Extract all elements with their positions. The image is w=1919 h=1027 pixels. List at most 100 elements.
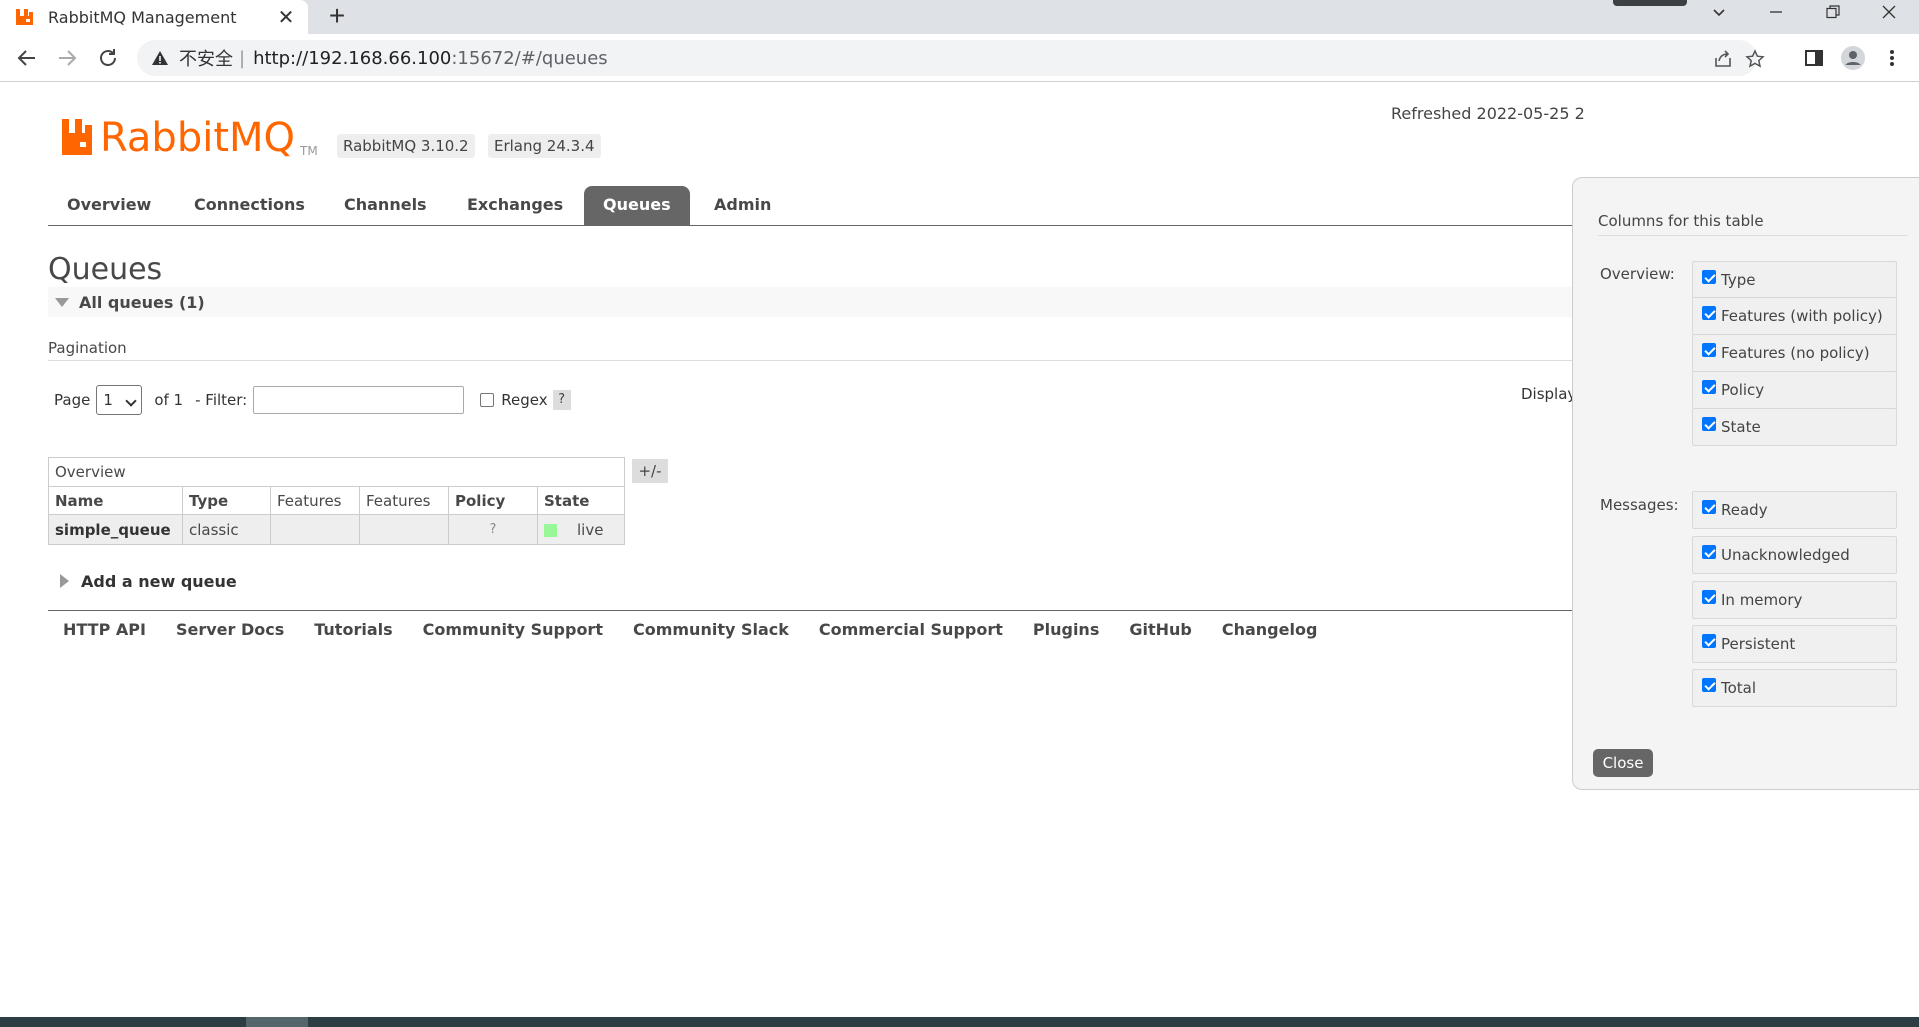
- pager-row: Page 1 of 1 - Filter: Regex ?: [54, 384, 571, 416]
- warning-icon: [152, 51, 168, 65]
- rabbitmq-favicon-icon: [14, 6, 36, 28]
- footer: HTTP API Server Docs Tutorials Community…: [63, 620, 1317, 639]
- display-label: Display: [1521, 385, 1577, 403]
- footer-link-http-api[interactable]: HTTP API: [63, 620, 146, 639]
- page-select[interactable]: 1: [96, 385, 143, 415]
- minimize-icon[interactable]: [1753, 0, 1799, 24]
- add-queue-section-toggle[interactable]: Add a new queue: [48, 569, 237, 593]
- columns-toggle-button[interactable]: +/-: [632, 459, 668, 483]
- footer-link-community-support[interactable]: Community Support: [423, 620, 603, 639]
- column-checkbox[interactable]: [1702, 343, 1716, 357]
- page-label: Page: [54, 391, 91, 409]
- column-option-unacknowledged[interactable]: Unacknowledged: [1692, 536, 1897, 574]
- all-queues-section-toggle[interactable]: All queues (1): [48, 287, 1608, 317]
- column-option-type[interactable]: Type: [1692, 261, 1897, 299]
- browser-menu-icon[interactable]: [1880, 46, 1904, 70]
- main-nav: Overview Connections Channels Exchanges …: [48, 186, 1608, 226]
- queue-name-link[interactable]: simple_queue: [48, 514, 183, 545]
- queue-state: live: [537, 514, 625, 545]
- queue-features-no-policy: [359, 514, 449, 545]
- column-option-features-with-policy[interactable]: Features (with policy): [1692, 297, 1897, 335]
- column-checkbox[interactable]: [1702, 306, 1716, 320]
- filter-input[interactable]: [253, 386, 465, 414]
- column-checkbox[interactable]: [1702, 545, 1716, 559]
- tab-close-icon[interactable]: ✕: [276, 7, 296, 27]
- back-arrow-icon[interactable]: [11, 42, 43, 74]
- address-bar: 不安全 | http://192.168.66.100 :15672/#/que…: [0, 34, 1919, 82]
- footer-link-github[interactable]: GitHub: [1129, 620, 1192, 639]
- footer-divider: [48, 610, 1608, 611]
- window-close-icon[interactable]: [1866, 0, 1912, 24]
- url-separator: |: [239, 47, 246, 69]
- column-checkbox[interactable]: [1702, 380, 1716, 394]
- security-label[interactable]: 不安全: [179, 45, 233, 71]
- browser-tab-bar: RabbitMQ Management ✕ +: [0, 0, 1919, 34]
- footer-link-plugins[interactable]: Plugins: [1033, 620, 1099, 639]
- table-group-header: Overview: [48, 457, 625, 487]
- tab-connections[interactable]: Connections: [175, 186, 324, 226]
- column-option-label: State: [1721, 418, 1761, 436]
- browser-tab[interactable]: RabbitMQ Management ✕: [0, 0, 308, 34]
- tab-queues[interactable]: Queues: [584, 186, 690, 226]
- col-header-state[interactable]: State: [537, 486, 625, 515]
- column-checkbox[interactable]: [1702, 270, 1716, 284]
- table-row[interactable]: simple_queue classic ? live: [48, 514, 625, 545]
- logo-text: RabbitMQ: [100, 115, 295, 159]
- column-option-label: Features (with policy): [1721, 307, 1883, 325]
- column-checkbox[interactable]: [1702, 417, 1716, 431]
- column-option-ready[interactable]: Ready: [1692, 491, 1897, 529]
- restore-icon[interactable]: [1810, 0, 1856, 24]
- queues-table: Overview Name Type Features Features Pol…: [48, 457, 625, 545]
- url-bar[interactable]: 不安全 | http://192.168.66.100 :15672/#/que…: [137, 40, 1765, 76]
- footer-link-tutorials[interactable]: Tutorials: [314, 620, 392, 639]
- tab-admin[interactable]: Admin: [695, 186, 790, 226]
- column-checkbox[interactable]: [1702, 678, 1716, 692]
- column-checkbox[interactable]: [1702, 590, 1716, 604]
- popup-close-button[interactable]: Close: [1593, 749, 1653, 777]
- regex-help-icon[interactable]: ?: [552, 390, 571, 410]
- footer-link-commercial-support[interactable]: Commercial Support: [819, 620, 1003, 639]
- queue-features-policy: [270, 514, 360, 545]
- footer-link-changelog[interactable]: Changelog: [1222, 620, 1318, 639]
- column-option-policy[interactable]: Policy: [1692, 371, 1897, 409]
- profile-avatar-icon[interactable]: [1841, 46, 1865, 70]
- column-option-in-memory[interactable]: In memory: [1692, 581, 1897, 619]
- messages-group-label: Messages:: [1600, 496, 1679, 514]
- filter-label: - Filter:: [195, 391, 248, 409]
- taskbar-segment: [246, 1017, 308, 1027]
- col-header-policy[interactable]: Policy: [448, 486, 538, 515]
- queue-policy: ?: [448, 514, 538, 545]
- column-option-label: Policy: [1721, 381, 1765, 399]
- regex-checkbox[interactable]: [480, 393, 495, 407]
- footer-link-community-slack[interactable]: Community Slack: [633, 620, 789, 639]
- url-path: :15672/#/queues: [451, 47, 608, 69]
- tab-exchanges[interactable]: Exchanges: [448, 186, 582, 226]
- add-queue-label: Add a new queue: [81, 571, 237, 591]
- live-status-indicator: [544, 523, 557, 537]
- column-checkbox[interactable]: [1702, 500, 1716, 514]
- window-pill: [1613, 0, 1687, 6]
- forward-arrow-icon[interactable]: [51, 42, 83, 74]
- collapse-triangle-icon: [55, 297, 69, 307]
- reload-icon[interactable]: [92, 42, 124, 74]
- footer-link-server-docs[interactable]: Server Docs: [176, 620, 284, 639]
- column-option-label: Unacknowledged: [1721, 546, 1850, 564]
- rabbitmq-logo[interactable]: RabbitMQ TM: [62, 115, 322, 159]
- column-checkbox[interactable]: [1702, 634, 1716, 648]
- side-panel-icon[interactable]: [1802, 46, 1826, 70]
- column-option-persistent[interactable]: Persistent: [1692, 625, 1897, 663]
- col-header-name[interactable]: Name: [48, 486, 183, 515]
- share-icon[interactable]: [1712, 48, 1734, 70]
- pagination-label: Pagination: [48, 339, 1608, 361]
- column-option-features-no-policy[interactable]: Features (no policy): [1692, 334, 1897, 372]
- tab-channels[interactable]: Channels: [325, 186, 446, 226]
- chevron-down-icon: [125, 395, 137, 407]
- column-option-state[interactable]: State: [1692, 408, 1897, 446]
- tab-search-icon[interactable]: [1696, 0, 1742, 24]
- col-header-type[interactable]: Type: [182, 486, 271, 515]
- of-pages-label: of 1: [154, 391, 184, 409]
- bookmark-star-icon[interactable]: [1744, 48, 1766, 70]
- column-option-total[interactable]: Total: [1692, 669, 1897, 707]
- tab-overview[interactable]: Overview: [48, 186, 170, 226]
- new-tab-button[interactable]: +: [322, 2, 352, 32]
